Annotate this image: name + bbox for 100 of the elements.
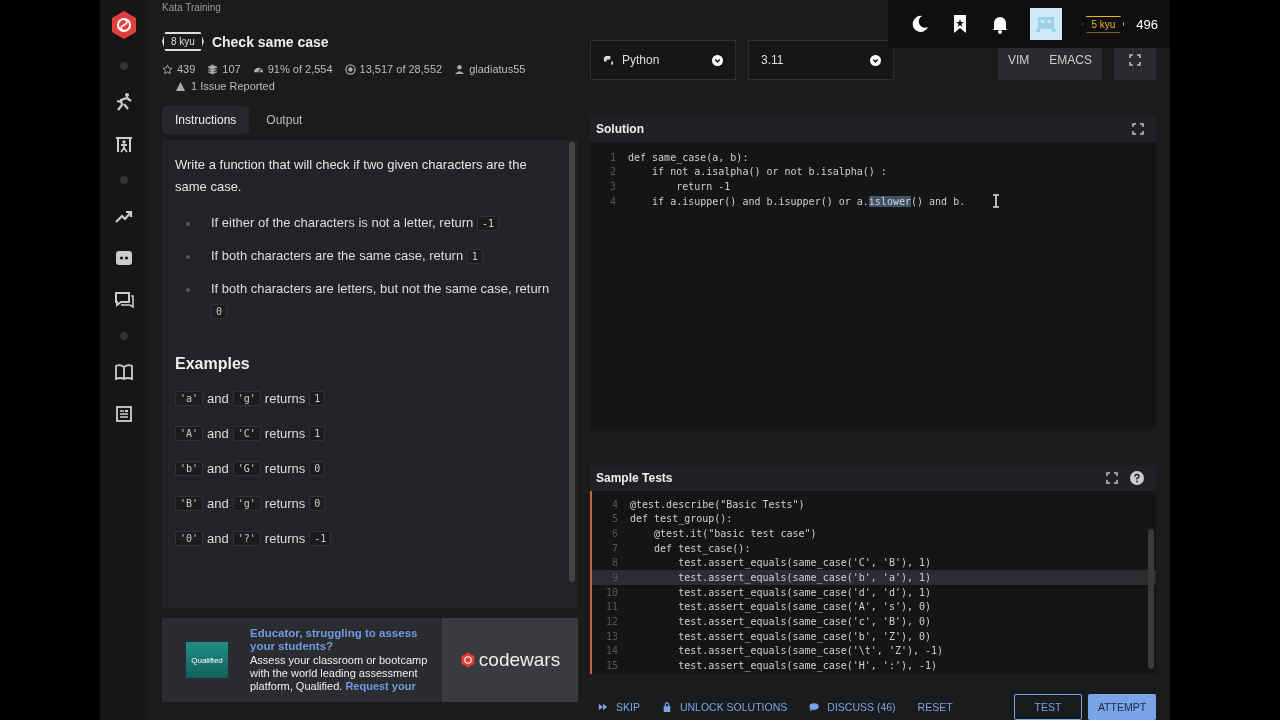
scrollbar[interactable] <box>569 142 575 582</box>
issue-link[interactable]: 1 Issue Reported <box>191 80 275 92</box>
code-line: return -1 <box>675 181 731 193</box>
code-line: test.assert_equals(same_case('H', ':'), -1) <box>677 660 938 672</box>
panel-title: Sample Tests <box>596 470 673 485</box>
chevron-icon <box>870 54 881 66</box>
star-icon <box>162 63 173 75</box>
action-button[interactable]: SKIP <box>590 697 648 717</box>
ad-headline[interactable]: Educator, struggling to assess your students? <box>250 627 428 653</box>
line-number: 4 <box>610 498 618 510</box>
ad-banner[interactable]: Qualified Educator, struggling to assess your students? Assess your classroom or bootcamp with the world leading assessment platform, Qualified. Request your codewars <box>162 618 578 702</box>
codewars-logo-icon <box>459 652 476 668</box>
code-value: 1 <box>466 249 483 264</box>
breadcrumb[interactable]: Kata Training <box>162 2 578 20</box>
code-line: @test.describe("Basic Tests") <box>630 498 805 510</box>
code-line: def same_case(a, b): <box>628 151 749 163</box>
book-icon[interactable] <box>114 362 134 382</box>
language-select[interactable]: Python <box>590 40 736 80</box>
submit-button[interactable]: ATTEMPT <box>1088 694 1156 720</box>
text-cursor-icon <box>992 193 1000 208</box>
bullet-icon <box>186 222 190 226</box>
code-value: 'B' <box>175 496 204 511</box>
code-line: test.assert_equals(same_case('A', 's'), 0) <box>677 601 932 613</box>
fullscreen-icon <box>1129 54 1141 66</box>
code-line: test.assert_equals(same_case('C', 'B'), 1) <box>677 557 932 569</box>
code-editor[interactable] <box>590 490 1156 674</box>
example-text: returns <box>264 391 306 406</box>
warning-icon <box>175 80 186 92</box>
lock-icon <box>661 702 672 712</box>
qualified-logo: Qualified <box>186 642 228 678</box>
line-number: 4 <box>608 195 616 207</box>
code-value: -1 <box>476 216 499 231</box>
code-line: test.assert_equals(same_case('\t', 'Z'), -1) <box>677 645 944 657</box>
code-value: 0 <box>309 461 326 476</box>
code-line: if a.isupper() and b.isupper() or a.islower() and b. <box>651 195 966 207</box>
rule-text: If both characters are letters, but not the same case, return <box>211 281 550 296</box>
example-text: and <box>207 391 229 406</box>
line-number: 14 <box>604 645 618 657</box>
code-value: 'A' <box>175 426 204 441</box>
code-value: 'g' <box>232 496 261 511</box>
action-button[interactable]: DISCUSS (46) <box>801 697 904 717</box>
stat-value[interactable]: gladiatus55 <box>469 63 526 75</box>
action-button[interactable]: RESET <box>909 697 961 717</box>
fullscreen-button[interactable] <box>1114 48 1156 80</box>
example-text: and <box>207 496 229 511</box>
ad-link[interactable]: Request your <box>345 680 416 692</box>
stat-value: 107 <box>222 63 241 75</box>
layers-icon <box>207 63 219 75</box>
code-value: 0 <box>309 496 326 511</box>
avatar-icon[interactable] <box>1030 8 1063 40</box>
code-line: @test.it("basic test case") <box>653 527 817 539</box>
runner-icon[interactable] <box>114 92 134 112</box>
code-line: test.assert_equals(same_case('d', 'd'), 1) <box>677 586 932 598</box>
discord-icon[interactable] <box>114 248 134 268</box>
code-line: test.assert_equals(same_case('c', 'B'), 0) <box>677 616 932 628</box>
line-number: 3 <box>608 181 616 193</box>
tab[interactable]: Instructions <box>162 106 250 134</box>
code-value: '0' <box>175 531 204 546</box>
moon-icon[interactable] <box>910 14 931 34</box>
line-number: 7 <box>610 542 618 554</box>
submit-button[interactable]: TEST <box>1014 694 1082 720</box>
newspaper-icon[interactable] <box>114 404 134 424</box>
fullscreen-icon[interactable] <box>1106 471 1118 484</box>
fullscreen-icon[interactable] <box>1132 122 1144 135</box>
examples-heading: Examples <box>175 355 251 373</box>
rule-text: If both characters are the same case, return <box>211 248 464 263</box>
honor-score: 496 <box>1136 16 1158 32</box>
panel-title: Solution <box>596 121 644 136</box>
brand-name: codewars <box>478 649 561 671</box>
code-value: 'C' <box>232 426 261 441</box>
bullet-icon <box>186 255 190 259</box>
help-icon[interactable] <box>1130 470 1144 485</box>
dot-icon <box>120 62 128 70</box>
mode-button[interactable]: VIM <box>997 48 1040 72</box>
logo-icon[interactable] <box>109 10 139 40</box>
line-number: 12 <box>604 616 618 628</box>
code-value: 'g' <box>232 391 261 406</box>
mode-button[interactable]: EMACS <box>1039 48 1102 72</box>
example-text: and <box>207 426 229 441</box>
line-number: 6 <box>610 527 618 539</box>
example-text: returns <box>264 426 306 441</box>
scrollbar[interactable] <box>1148 528 1154 669</box>
target-icon <box>344 63 356 75</box>
rule-text: If either of the characters is not a letter, return <box>211 215 474 230</box>
version-select[interactable]: 3.11 <box>748 40 894 80</box>
chevron-icon <box>712 54 723 66</box>
example-text: returns <box>264 461 306 476</box>
line-number: 13 <box>604 630 618 642</box>
chat-icon[interactable] <box>114 290 134 310</box>
bullet-icon <box>186 288 190 292</box>
action-button[interactable]: UNLOCK SOLUTIONS <box>653 697 796 717</box>
example-text: returns <box>264 496 306 511</box>
code-line: test.assert_equals(same_case('b', 'Z'), 0) <box>677 630 932 642</box>
code-value: 1 <box>309 426 326 441</box>
tab[interactable]: Output <box>253 106 316 134</box>
fast-forward-icon <box>598 702 608 712</box>
line-number: 11 <box>604 601 618 613</box>
example-text: and <box>207 531 229 546</box>
figure-icon[interactable] <box>114 134 134 154</box>
code-editor[interactable]: 1 def same_case(a, b): 2 if not a.isalpha() or not b.isalpha() : 3 return -1 4 if a.isupper() and b.isupper() or a.islower() and b. <box>590 141 1156 429</box>
